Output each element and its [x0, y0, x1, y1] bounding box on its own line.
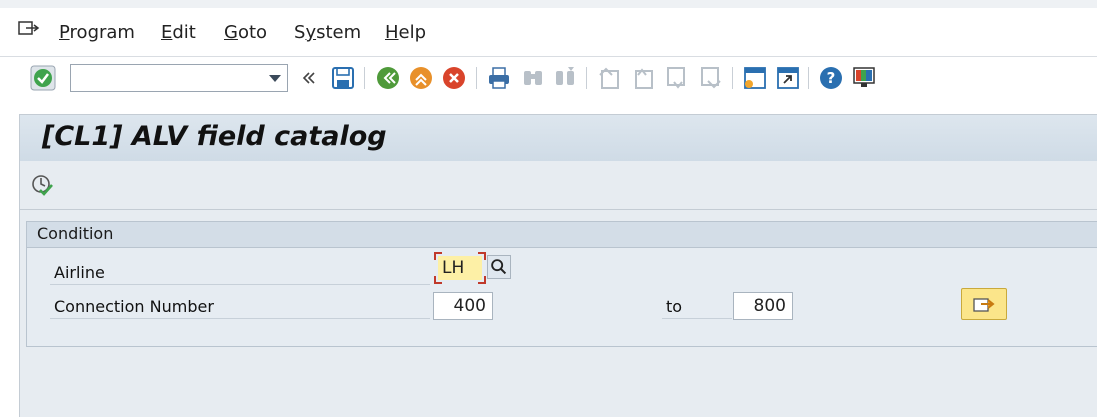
menu-edit[interactable]: Edit — [161, 22, 196, 43]
menu-goto[interactable]: Goto — [224, 22, 267, 43]
exit-icon[interactable] — [408, 65, 434, 91]
connection-from-field[interactable]: 400 — [433, 292, 493, 320]
title-bar: [CL1] ALV field catalog — [20, 115, 1097, 161]
help-icon[interactable]: ? — [818, 65, 844, 91]
toolbar-separator — [476, 67, 477, 89]
toolbar-separator — [364, 67, 365, 89]
menu-system[interactable]: System — [294, 22, 361, 43]
menu-system-hotkey: y — [305, 22, 317, 43]
menu-program-rest: rogram — [69, 22, 135, 43]
next-page-icon — [667, 67, 685, 89]
previous-page-icon — [635, 68, 653, 89]
menu-goto-hotkey: G — [224, 22, 238, 43]
first-page-icon — [599, 67, 619, 89]
menu-program[interactable]: Program — [59, 22, 135, 43]
search-help-icon[interactable] — [487, 255, 511, 279]
toolbar-separator — [586, 67, 587, 89]
toolbar-separator — [808, 67, 809, 89]
to-label: to — [666, 297, 683, 316]
airline-field-value: LH — [438, 256, 482, 280]
connection-number-label: Connection Number — [54, 297, 214, 316]
multiple-selection-icon — [973, 298, 995, 312]
airline-field[interactable]: LH — [434, 252, 486, 284]
menu-help-hotkey: H — [385, 22, 399, 43]
chevron-down-icon[interactable] — [269, 75, 281, 82]
layout-icon[interactable] — [851, 65, 877, 91]
command-field[interactable] — [70, 64, 288, 92]
back-icon[interactable] — [375, 65, 401, 91]
menu-goto-rest: oto — [237, 22, 268, 43]
menu-help[interactable]: Help — [385, 22, 426, 43]
cancel-icon[interactable] — [441, 65, 467, 91]
enter-icon[interactable] — [30, 65, 56, 91]
last-page-icon — [701, 67, 721, 89]
menu-system-pre: S — [294, 22, 306, 43]
condition-group-header: Condition — [27, 222, 1097, 248]
condition-group: Condition Airline LH Connection Number 4… — [26, 221, 1097, 347]
svg-text:?: ? — [827, 69, 836, 87]
menu-bar: Program Edit Goto System Help — [0, 8, 1097, 56]
print-icon[interactable] — [486, 65, 512, 91]
standard-toolbar: ? — [0, 56, 1097, 101]
window-top-strip — [0, 0, 1097, 8]
airline-label-underline — [50, 284, 430, 285]
menu-entry-icon[interactable] — [18, 20, 40, 38]
airline-label: Airline — [54, 263, 105, 282]
to-label-underline — [662, 318, 732, 319]
collapse-icon[interactable] — [297, 65, 319, 91]
menu-edit-rest: dit — [172, 22, 196, 43]
menu-system-rest: stem — [316, 22, 362, 43]
page-title: [CL1] ALV field catalog — [42, 121, 387, 152]
toolbar-separator — [732, 67, 733, 89]
execute-icon[interactable] — [30, 173, 54, 197]
find-icon — [524, 71, 542, 85]
shortcut-icon[interactable] — [775, 65, 801, 91]
menu-program-hotkey: P — [59, 22, 70, 43]
multiple-selection-button[interactable] — [961, 288, 1007, 320]
find-next-icon — [556, 67, 574, 85]
save-icon[interactable] — [330, 65, 356, 91]
create-session-icon[interactable] — [742, 65, 768, 91]
menu-help-rest: elp — [398, 22, 427, 43]
screen-area: [CL1] ALV field catalog Condition Airlin… — [19, 114, 1097, 417]
connection-to-field[interactable]: 800 — [733, 292, 793, 320]
condition-group-title: Condition — [37, 224, 114, 243]
connection-label-underline — [50, 318, 430, 319]
menu-edit-hotkey: E — [161, 22, 173, 43]
application-toolbar — [20, 161, 1097, 210]
